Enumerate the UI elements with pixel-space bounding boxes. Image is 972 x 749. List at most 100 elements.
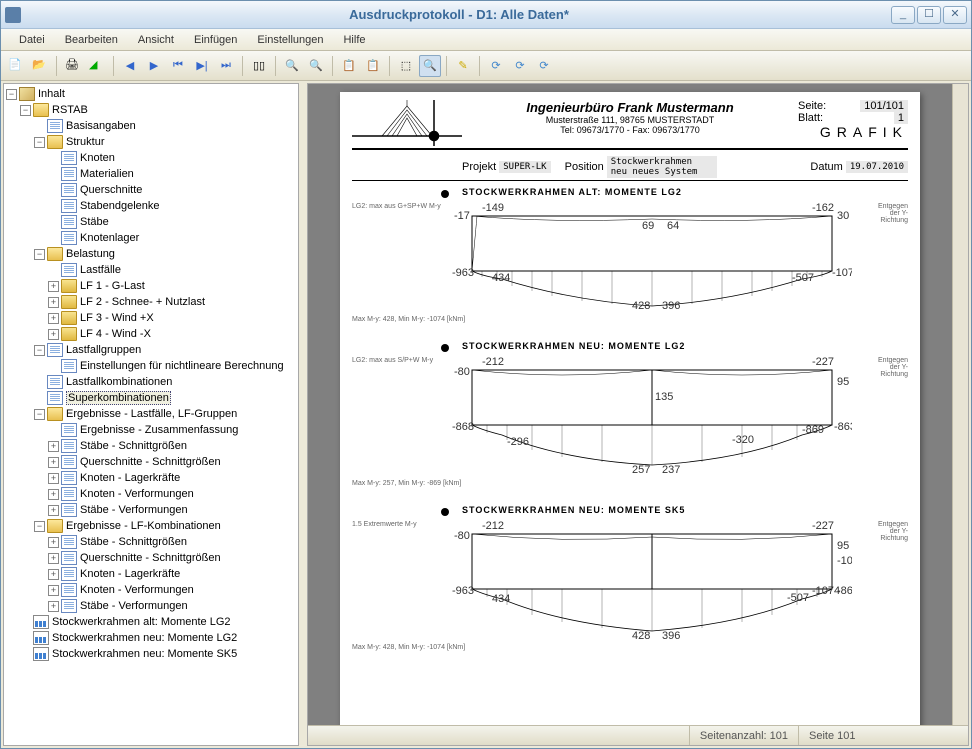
expand-icon[interactable]: + [48,537,59,548]
tree-ergzus[interactable]: Ergebnisse - Zusammenfassung [6,422,296,438]
tree-lastfaelle[interactable]: Lastfälle [6,262,296,278]
tree-struktur[interactable]: −Struktur [6,134,296,150]
grafik-label: GRAFIK [798,124,908,140]
expand-icon[interactable]: + [48,569,59,580]
minimize-button[interactable]: _ [891,6,915,24]
collapse-icon[interactable]: − [34,249,45,260]
menu-einfuegen[interactable]: Einfügen [184,32,247,48]
nav-last-button[interactable]: ⏭ [215,55,237,77]
tree-qsch2[interactable]: +Querschnitte - Schnittgrößen [6,550,296,566]
menu-bearbeiten[interactable]: Bearbeiten [55,32,128,48]
tree-basisangaben[interactable]: Basisangaben [6,118,296,134]
expand-icon[interactable]: + [48,329,59,340]
expand-icon[interactable]: + [48,441,59,452]
nav-next-button[interactable]: ▶| [191,55,213,77]
tree-stverf[interactable]: +Stäbe - Verformungen [6,502,296,518]
expand-icon[interactable]: + [48,297,59,308]
tree-graph1[interactable]: Stockwerkrahmen alt: Momente LG2 [6,614,296,630]
tree-lf2[interactable]: +LF 2 - Schnee- + Nutzlast [6,294,296,310]
collapse-icon[interactable]: − [34,521,45,532]
tree-qsch[interactable]: +Querschnitte - Schnittgrößen [6,454,296,470]
preview-scroll[interactable]: Ingenieurbüro Frank Mustermann Musterstr… [308,84,952,725]
refresh3-button[interactable]: ⟳ [533,55,555,77]
select-button[interactable]: ⬚ [395,55,417,77]
tree-stsch2[interactable]: +Stäbe - Schnittgrößen [6,534,296,550]
tree-lf1[interactable]: +LF 1 - G-Last [6,278,296,294]
menu-datei[interactable]: Datei [9,32,55,48]
tree-lfgruppen[interactable]: −Lastfallgruppen [6,342,296,358]
expand-icon[interactable]: + [48,473,59,484]
expand-icon[interactable]: + [48,585,59,596]
doc2-button[interactable]: 📋 [362,55,384,77]
vertical-scrollbar[interactable] [952,84,968,725]
navigator-tree[interactable]: −Inhalt −RSTAB Basisangaben −Struktur Kn… [3,83,299,746]
menu-hilfe[interactable]: Hilfe [333,32,375,48]
svg-text:-868: -868 [837,585,852,597]
tree-rstab[interactable]: −RSTAB [6,102,296,118]
collapse-icon[interactable]: − [34,409,45,420]
position-value: Stockwerkrahmen neu neues System [607,156,717,178]
tree-stabendgelenke[interactable]: Stabendgelenke [6,198,296,214]
tree-knoten[interactable]: Knoten [6,150,296,166]
tree-materialien[interactable]: Materialien [6,166,296,182]
tree-erg2[interactable]: −Ergebnisse - LF-Kombinationen [6,518,296,534]
tree-lfgeinst[interactable]: Einstellungen für nichtlineare Berechnun… [6,358,296,374]
collapse-icon[interactable]: − [20,105,31,116]
tree-knverf2[interactable]: +Knoten - Verformungen [6,582,296,598]
export-button[interactable]: ◢ [86,55,108,77]
expand-icon[interactable]: + [48,553,59,564]
diagram-2-left: LG2: max aus S/P+W M-y [352,355,452,478]
refresh2-button[interactable]: ⟳ [509,55,531,77]
expand-icon[interactable]: + [48,313,59,324]
edit-button[interactable]: ✎ [452,55,474,77]
tree-knverf[interactable]: +Knoten - Verformungen [6,486,296,502]
new-button[interactable]: 📄 [5,55,27,77]
expand-icon[interactable]: + [48,281,59,292]
collapse-icon[interactable]: − [6,89,17,100]
tree-erg1[interactable]: −Ergebnisse - Lastfälle, LF-Gruppen [6,406,296,422]
tree-stsch[interactable]: +Stäbe - Schnittgrößen [6,438,296,454]
splitter[interactable] [301,81,305,748]
tree-lf3[interactable]: +LF 3 - Wind +X [6,310,296,326]
tree-knlag[interactable]: +Knoten - Lagerkräfte [6,470,296,486]
tree-belastung[interactable]: −Belastung [6,246,296,262]
print-button[interactable]: 🖨 [62,55,84,77]
expand-icon[interactable]: + [48,601,59,612]
nav-first-button[interactable]: ◀ [119,55,141,77]
expand-icon[interactable]: + [48,457,59,468]
tree-querschnitte[interactable]: Querschnitte [6,182,296,198]
maximize-button[interactable]: ☐ [917,6,941,24]
svg-text:-212: -212 [482,356,504,368]
tree-knotenlager[interactable]: Knotenlager [6,230,296,246]
toolbar: 📄 📂 🖨 ◢ ◀ ▶ ⏮ ▶| ⏭ ▯▯ 🔍 🔍 📋 📋 ⬚ 🔍 ✎ ⟳ ⟳ … [1,51,971,81]
tree-graph2[interactable]: Stockwerkrahmen neu: Momente LG2 [6,630,296,646]
zoomin-button[interactable]: 🔍 [305,55,327,77]
tree-superkombinationen[interactable]: Superkombinationen [6,390,296,406]
expand-icon[interactable]: + [48,505,59,516]
zoomout-button[interactable]: 🔍 [281,55,303,77]
close-button[interactable]: ✕ [943,6,967,24]
refresh1-button[interactable]: ⟳ [485,55,507,77]
tree-root[interactable]: −Inhalt [6,86,296,102]
open-button[interactable]: 📂 [29,55,51,77]
company-logo [352,100,462,146]
tree-stverf2[interactable]: +Stäbe - Verformungen [6,598,296,614]
tree-lfkomb[interactable]: Lastfallkombinationen [6,374,296,390]
twopages-button[interactable]: ▯▯ [248,55,270,77]
tree-lf4[interactable]: +LF 4 - Wind -X [6,326,296,342]
datum-value: 19.07.2010 [846,161,908,173]
menu-ansicht[interactable]: Ansicht [128,32,184,48]
tree-staebe[interactable]: Stäbe [6,214,296,230]
collapse-icon[interactable]: − [34,345,45,356]
diagram-1-footer: Max M-y: 428, Min M-y: -1074 [kNm] [352,316,908,323]
tree-graph3[interactable]: Stockwerkrahmen neu: Momente SK5 [6,646,296,662]
nav-prevfast-button[interactable]: ⏮ [167,55,189,77]
tree-knlag2[interactable]: +Knoten - Lagerkräfte [6,566,296,582]
expand-icon[interactable]: + [48,489,59,500]
zoom-tool-button[interactable]: 🔍 [419,55,441,77]
menu-einstellungen[interactable]: Einstellungen [247,32,333,48]
svg-text:396: 396 [662,300,680,311]
nav-prev-button[interactable]: ▶ [143,55,165,77]
collapse-icon[interactable]: − [34,137,45,148]
doc1-button[interactable]: 📋 [338,55,360,77]
